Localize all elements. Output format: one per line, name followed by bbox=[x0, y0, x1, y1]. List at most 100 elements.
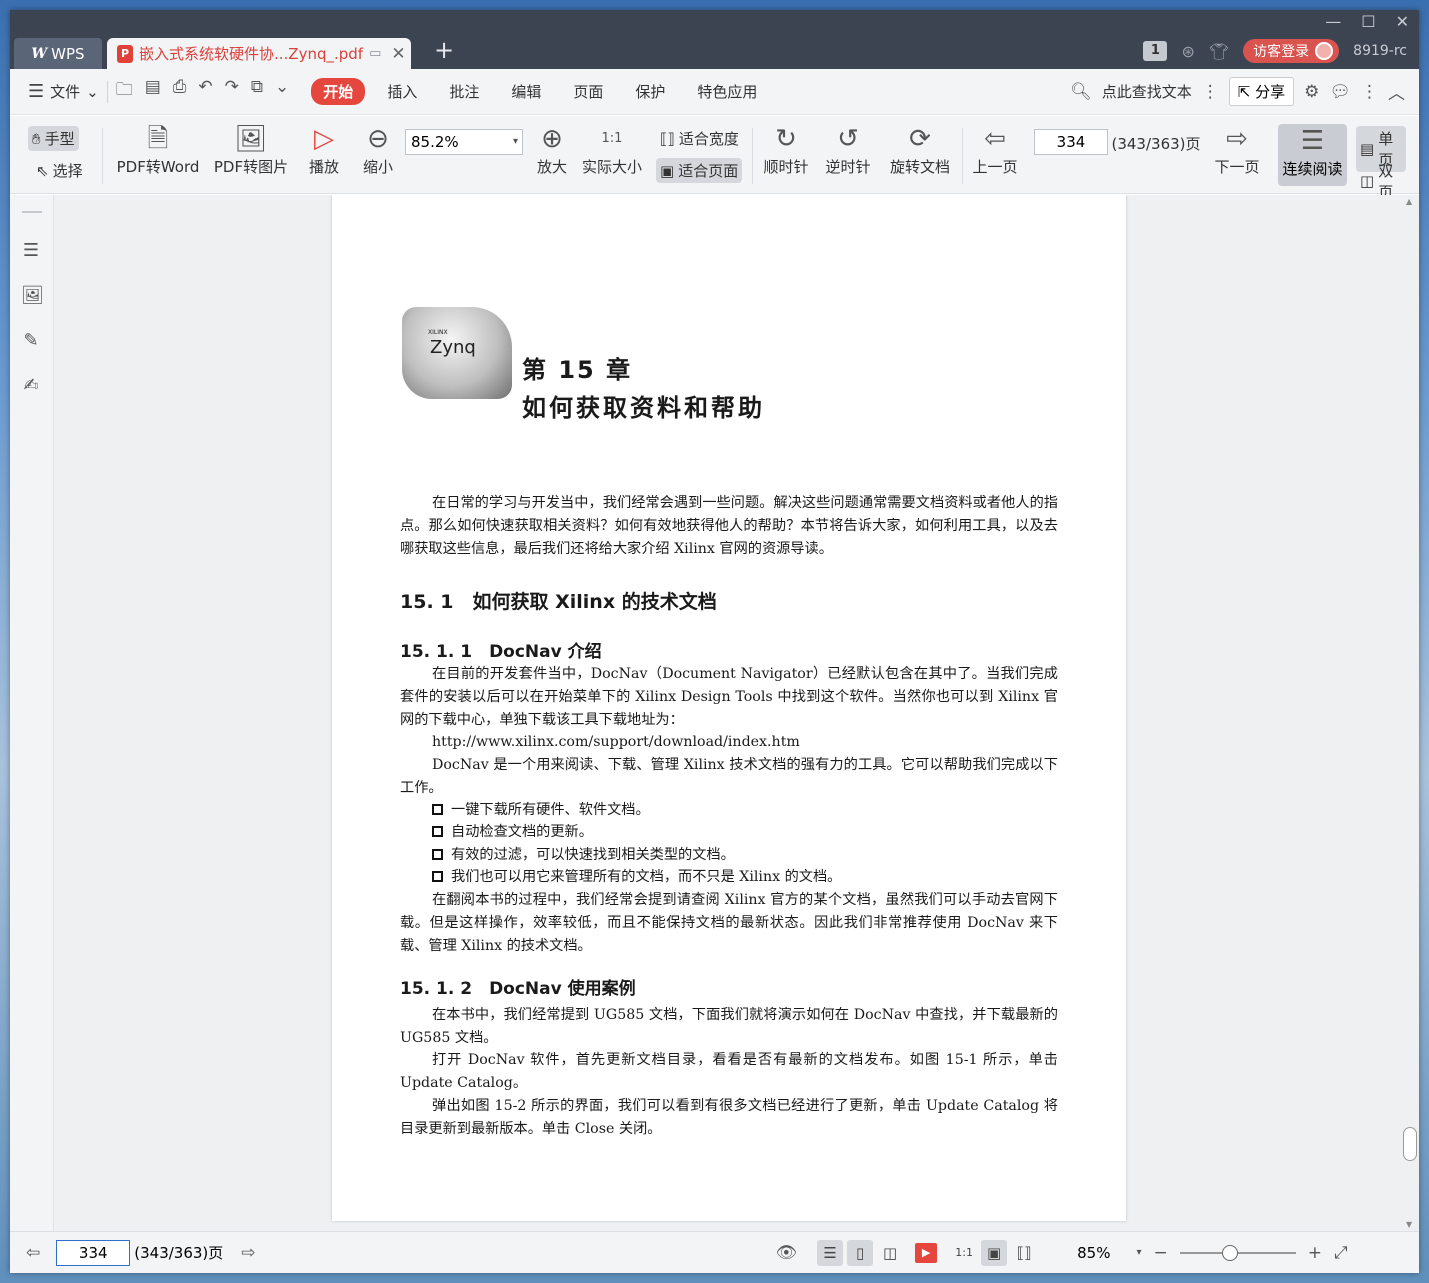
continuous-view-icon[interactable]: ☰ bbox=[817, 1239, 844, 1266]
fit-width-button[interactable]: ⟦⟧ 适合宽度 bbox=[656, 126, 743, 151]
scroll-down-icon[interactable]: ▼ bbox=[1406, 1220, 1412, 1229]
play-icon: ▷ bbox=[314, 124, 334, 154]
status-page-input[interactable]: 334 bbox=[56, 1239, 131, 1266]
tab-close-icon[interactable]: ✕ bbox=[391, 44, 405, 64]
page-number-input[interactable]: 334 bbox=[1034, 129, 1108, 155]
fit-page-button[interactable]: ▣ 适合页面 bbox=[656, 158, 743, 183]
open-folder-icon[interactable]: 🗀︎ bbox=[116, 77, 133, 106]
user-name: 8919-rc bbox=[1353, 43, 1407, 59]
hand-tool-label: 手型 bbox=[44, 130, 75, 148]
wps-logo-icon: W bbox=[31, 45, 48, 62]
vertical-scrollbar[interactable]: ▲ ▼ bbox=[1401, 195, 1419, 1231]
double-page-view-icon[interactable]: ◫ bbox=[877, 1240, 903, 1266]
avatar bbox=[1315, 42, 1334, 60]
page-total: (343/363)页 bbox=[1111, 135, 1201, 153]
chevron-down-icon: ▾ bbox=[512, 136, 518, 147]
fullscreen-icon[interactable]: ⤢ bbox=[1334, 1243, 1348, 1263]
zoom-in-button[interactable]: ⊕ 放大 bbox=[534, 122, 570, 177]
hand-tool-button[interactable]: ✋︎ 手型 bbox=[28, 126, 79, 151]
arrow-left-icon[interactable]: ⇦ bbox=[26, 1243, 40, 1263]
arrow-right-icon: ⇨ bbox=[1226, 124, 1248, 154]
maximize-icon[interactable]: ☐ bbox=[1361, 12, 1375, 31]
pdf-to-image-button[interactable]: 🖼︎ PDF转图片 bbox=[210, 122, 292, 177]
scroll-up-icon[interactable]: ▲ bbox=[1406, 197, 1412, 206]
subsection-heading: 15. 1. 2 DocNav 使用案例 bbox=[400, 979, 636, 999]
sidebar-handle[interactable] bbox=[22, 211, 42, 213]
fit-page-label: 适合页面 bbox=[678, 162, 739, 180]
search-icon[interactable]: 🔍︎ bbox=[1070, 82, 1092, 102]
collapse-ribbon-icon[interactable]: ︿ bbox=[1388, 79, 1405, 104]
document-tab[interactable]: P 嵌入式系统软硬件协...Zynq_.pdf ▭ ✕ bbox=[107, 38, 411, 69]
print-icon[interactable]: ⎙ bbox=[173, 77, 187, 106]
tab-edit[interactable]: 编辑 bbox=[495, 81, 557, 102]
chevron-down-icon[interactable]: ▾ bbox=[1136, 1247, 1141, 1258]
zoom-level[interactable]: 85% bbox=[1077, 1244, 1110, 1262]
redo-icon[interactable]: ↷ bbox=[225, 77, 239, 106]
single-page-view-icon[interactable]: ▯ bbox=[847, 1239, 874, 1266]
find-text-button[interactable]: 点此查找文本 bbox=[1102, 81, 1192, 102]
pdf-to-word-button[interactable]: 🗎 PDF转Word bbox=[114, 122, 202, 177]
tab-insert[interactable]: 插入 bbox=[371, 81, 433, 102]
pdf-to-word-label: PDF转Word bbox=[116, 158, 200, 176]
more-dropdown-icon[interactable]: ⌄ bbox=[275, 77, 289, 106]
more-options-icon[interactable]: ⋮ bbox=[1361, 82, 1378, 102]
play-icon[interactable]: ▶ bbox=[915, 1242, 938, 1263]
monitor-icon[interactable]: ▭ bbox=[369, 46, 381, 61]
minus-icon[interactable]: − bbox=[1154, 1243, 1168, 1263]
save-icon[interactable]: ▤ bbox=[145, 77, 161, 106]
actual-size-button[interactable]: 1:1 实际大小 bbox=[578, 122, 646, 177]
checkbox-bullet-icon bbox=[432, 826, 443, 837]
tab-start[interactable]: 开始 bbox=[311, 78, 366, 105]
window-count-badge[interactable]: 1 bbox=[1143, 41, 1168, 61]
actual-size-icon[interactable]: 1:1 bbox=[951, 1240, 977, 1266]
fit-width-icon: ⟦⟧ bbox=[660, 129, 675, 148]
pdf-icon: P bbox=[117, 44, 133, 63]
continuous-reading-button[interactable]: ☰ 连续阅读 bbox=[1278, 124, 1347, 186]
comment-icon[interactable]: 💬︎ bbox=[1329, 82, 1351, 102]
eye-icon[interactable]: 👁︎ bbox=[776, 1243, 798, 1263]
export-icon[interactable]: ⧉ bbox=[251, 77, 263, 106]
tab-annotate[interactable]: 批注 bbox=[433, 81, 495, 102]
zoom-slider[interactable] bbox=[1179, 1244, 1296, 1261]
undo-icon[interactable]: ↶ bbox=[198, 77, 212, 106]
prev-page-label: 上一页 bbox=[972, 158, 1018, 176]
skin-shirt-icon[interactable]: 👕︎ bbox=[1209, 42, 1229, 61]
signature-icon[interactable]: ✍︎ bbox=[21, 375, 41, 396]
guest-login-button[interactable]: 访客登录 bbox=[1243, 39, 1340, 63]
play-button[interactable]: ▷ 播放 bbox=[306, 122, 342, 177]
rotate-counterclockwise-button[interactable]: ↺ 逆时针 bbox=[822, 122, 874, 177]
file-menu[interactable]: ☰ 文件 ⌄ bbox=[28, 81, 99, 102]
section-heading: 15. 1 如何获取 Xilinx 的技术文档 bbox=[400, 591, 717, 613]
next-page-button[interactable]: ⇨ 下一页 bbox=[1212, 122, 1262, 177]
plus-icon[interactable]: + bbox=[1308, 1243, 1322, 1263]
window-close-icon[interactable]: ✕ bbox=[1396, 12, 1409, 31]
rotate-document-button[interactable]: ⟳ 旋转文档 bbox=[886, 122, 954, 177]
zoom-slider-knob[interactable] bbox=[1221, 1244, 1238, 1261]
outline-icon[interactable]: ☰ bbox=[21, 240, 41, 261]
rotate-clockwise-button[interactable]: ↻ 顺时针 bbox=[760, 122, 812, 177]
tab-special-apps[interactable]: 特色应用 bbox=[681, 81, 773, 102]
settings-circle-icon[interactable]: ⊛ bbox=[1181, 42, 1194, 61]
share-button[interactable]: ⇱ 分享 bbox=[1228, 77, 1295, 106]
wps-home-tab[interactable]: W WPS bbox=[14, 38, 102, 69]
arrow-right-icon[interactable]: ⇨ bbox=[241, 1243, 255, 1263]
new-tab-button[interactable]: + bbox=[434, 36, 454, 64]
scrollbar-thumb[interactable] bbox=[1403, 1127, 1417, 1161]
more-vertical-icon[interactable]: ⋮ bbox=[1202, 82, 1219, 102]
tab-page[interactable]: 页面 bbox=[557, 81, 619, 102]
zoom-out-button[interactable]: ⊖ 缩小 bbox=[360, 122, 396, 177]
fit-width-icon[interactable]: ⟦⟧ bbox=[1011, 1240, 1037, 1266]
zoom-level-value: 85.2% bbox=[411, 133, 459, 151]
gear-icon[interactable]: ⚙ bbox=[1304, 82, 1319, 102]
thumbnail-icon[interactable]: 🖼︎ bbox=[21, 285, 44, 306]
minimize-icon[interactable]: — bbox=[1325, 12, 1341, 31]
select-tool-button[interactable]: ⇖ 选择 bbox=[32, 158, 87, 183]
paragraph: 打开 DocNav 软件，首先更新文档目录，看看是否有最新的文档发布。如图 15… bbox=[400, 1052, 1058, 1091]
annotation-icon[interactable]: ✎ bbox=[21, 330, 41, 351]
zoom-level-select[interactable]: 85.2% ▾ bbox=[405, 129, 523, 155]
prev-page-button[interactable]: ⇦ 上一页 bbox=[970, 122, 1020, 177]
status-page-total: (343/363)页 bbox=[134, 1244, 224, 1262]
document-viewport[interactable]: XILINX Zynq 第 15 章 如何获取资料和帮助 在日常的学习与开发当中… bbox=[54, 195, 1419, 1231]
fit-page-icon[interactable]: ▣ bbox=[981, 1239, 1008, 1266]
tab-protect[interactable]: 保护 bbox=[619, 81, 681, 102]
